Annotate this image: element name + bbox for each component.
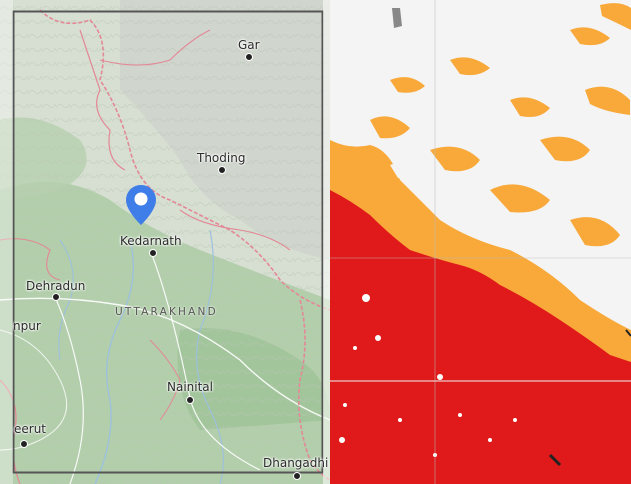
place-dot-nainital <box>186 396 194 404</box>
map-pin-icon[interactable] <box>124 183 158 227</box>
place-dot-kedarnath <box>149 249 157 257</box>
basemap-panel[interactable]: Gar Thoding Kedarnath Dehradun UTTARAKHA… <box>0 0 330 484</box>
place-label-kanpur: npur <box>13 319 41 333</box>
place-label-nainital: Nainital <box>167 380 213 394</box>
snow-cover-panel[interactable] <box>330 0 631 484</box>
place-label-kedarnath: Kedarnath <box>120 234 182 248</box>
place-label-dehradun: Dehradun <box>26 279 86 293</box>
place-dot-gar <box>245 53 253 61</box>
place-dot-dhangadhi <box>293 472 301 480</box>
place-dot-meerut <box>20 440 28 448</box>
place-label-dhangadhi: Dhangadhi <box>263 456 329 470</box>
place-label-thoding: Thoding <box>197 151 246 165</box>
region-label-uttarakhand: UTTARAKHAND <box>115 306 218 318</box>
place-dot-thoding <box>218 166 226 174</box>
place-label-meerut: eerut <box>14 422 47 436</box>
place-dot-dehradun <box>52 293 60 301</box>
place-label-gar: Gar <box>238 38 260 52</box>
snow-cover-raster <box>330 0 631 484</box>
